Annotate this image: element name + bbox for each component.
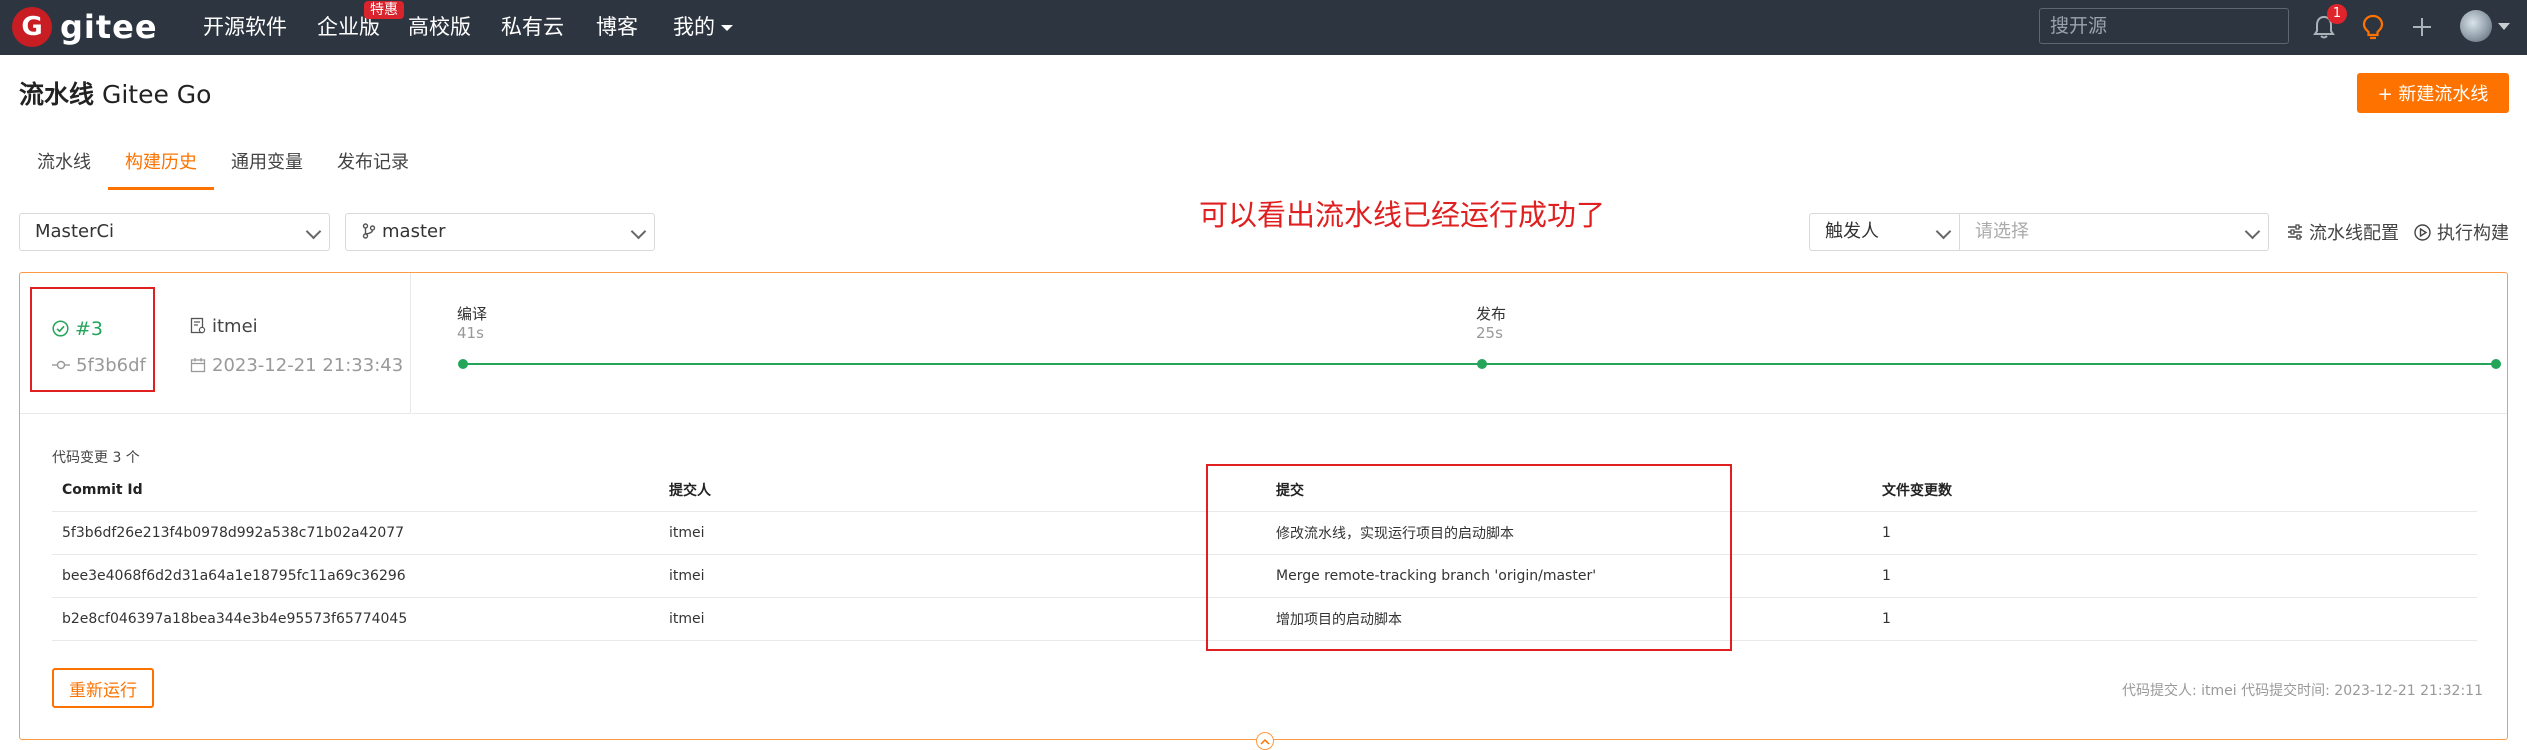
commit-icon <box>52 360 70 370</box>
commit-id-cell[interactable]: b2e8cf046397a18bea344e3b4e95573f65774045 <box>52 597 659 641</box>
notification-count-badge: 1 <box>2327 4 2347 24</box>
pipeline-select[interactable]: MasterCi <box>19 213 330 251</box>
stage-dot-deploy <box>1477 359 1487 369</box>
committer-cell: itmei <box>659 511 1266 555</box>
play-circle-icon <box>2414 223 2431 241</box>
gitee-logo[interactable]: G gitee <box>12 6 158 48</box>
nav-open-source[interactable]: 开源软件 <box>203 13 287 41</box>
branch-select[interactable]: master <box>345 213 655 251</box>
user-doc-icon <box>190 317 206 334</box>
success-check-icon <box>52 320 69 337</box>
stage-timeline: 编译 41s 发布 25s <box>412 273 2507 414</box>
nav-university[interactable]: 高校版 <box>408 13 471 41</box>
trigger-user: itmei <box>190 316 258 337</box>
files-changed-cell: 1 <box>1872 554 2477 598</box>
highlight-box-commits <box>1206 464 1732 651</box>
avatar-chevron-down-icon[interactable] <box>2498 23 2510 30</box>
files-changed-cell: 1 <box>1872 511 2477 555</box>
sliders-icon <box>2288 224 2302 240</box>
stage-dot-compile <box>458 359 468 369</box>
top-navbar: G gitee 开源软件 企业版 特惠 高校版 私有云 博客 我的 搜开源 1 <box>0 0 2527 55</box>
tab-bar: 流水线 构建历史 通用变量 发布记录 <box>20 148 426 190</box>
special-offer-badge: 特惠 <box>364 1 404 19</box>
chevron-down-icon <box>630 223 647 240</box>
pipeline-config-link[interactable]: 流水线配置 <box>2287 219 2399 245</box>
chevron-down-icon <box>305 223 322 240</box>
nav-blog[interactable]: 博客 <box>596 13 638 41</box>
commit-short-hash: 5f3b6df <box>76 355 146 376</box>
run-build-link[interactable]: 执行构建 <box>2414 219 2509 245</box>
build-number: #3 <box>75 318 104 340</box>
tab-variables[interactable]: 通用变量 <box>214 148 320 184</box>
trigger-user-placeholder: 请选择 <box>1975 221 2029 242</box>
stage-duration-deploy: 25s <box>1476 324 1503 342</box>
plus-icon[interactable] <box>2405 10 2439 44</box>
trigger-time-value: 2023-12-21 21:33:43 <box>212 355 404 376</box>
nav-mine-dropdown[interactable]: 我的 <box>673 13 733 41</box>
pipeline-config-label: 流水线配置 <box>2309 223 2399 244</box>
tab-build-history[interactable]: 构建历史 <box>108 148 214 190</box>
code-changes-title: 代码变更 3 个 <box>52 450 140 466</box>
branch-icon <box>362 223 376 239</box>
run-build-label: 执行构建 <box>2437 223 2509 244</box>
stage-name-deploy[interactable]: 发布 <box>1476 303 1506 324</box>
build-record-card: #3 5f3b6df itmei 2023-12-21 21:33:43 编译 … <box>19 272 2508 750</box>
tab-pipelines[interactable]: 流水线 <box>20 148 108 184</box>
nav-mine-label: 我的 <box>673 15 715 39</box>
column-header-commit-id: Commit Id <box>52 469 659 512</box>
gitee-logo-text: gitee <box>60 8 158 46</box>
calendar-icon <box>190 358 206 373</box>
commit-id-cell[interactable]: bee3e4068f6d2d31a64a1e18795fc11a69c36296 <box>52 554 659 598</box>
rerun-button[interactable]: 重新运行 <box>52 668 154 708</box>
tab-releases[interactable]: 发布记录 <box>320 148 426 184</box>
stage-name-compile[interactable]: 编译 <box>457 303 487 324</box>
chevron-down-icon <box>721 25 733 31</box>
stage-dot-end <box>2491 359 2501 369</box>
chevron-down-icon <box>1935 223 1952 240</box>
annotation-note: 可以看出流水线已经运行成功了 <box>1199 198 1606 232</box>
build-number-link[interactable]: #3 <box>52 318 103 340</box>
page-title: 流水线 Gitee Go <box>19 75 211 111</box>
committer-cell: itmei <box>659 554 1266 598</box>
chevron-down-icon <box>2244 223 2261 240</box>
new-pipeline-button[interactable]: + 新建流水线 <box>2357 73 2509 113</box>
commit-id-cell[interactable]: 5f3b6df26e213f4b0978d992a538c71b02a42077 <box>52 511 659 555</box>
chevron-up-icon <box>1260 738 1270 745</box>
files-changed-cell: 1 <box>1872 597 2477 641</box>
committer-cell: itmei <box>659 597 1266 641</box>
page-title-bold: 流水线 <box>19 80 95 109</box>
search-input[interactable]: 搜开源 <box>2039 8 2289 44</box>
column-header-files-changed: 文件变更数 <box>1872 469 2477 512</box>
trigger-type-select[interactable]: 触发人 <box>1809 213 1959 251</box>
user-avatar[interactable] <box>2460 10 2492 42</box>
stage-duration-compile: 41s <box>457 324 484 342</box>
collapse-toggle[interactable] <box>1256 732 1274 750</box>
page-title-rest: Gitee Go <box>94 80 212 109</box>
pipeline-select-value: MasterCi <box>35 221 115 242</box>
column-header-committer: 提交人 <box>659 469 1266 512</box>
gitee-logo-mark: G <box>12 7 52 47</box>
commit-short-link[interactable]: 5f3b6df <box>52 355 146 376</box>
trigger-time: 2023-12-21 21:33:43 <box>190 355 403 376</box>
trigger-user-select[interactable]: 请选择 <box>1959 213 2269 251</box>
trigger-type-value: 触发人 <box>1825 221 1879 242</box>
lightbulb-icon[interactable] <box>2356 10 2390 44</box>
committer-info: 代码提交人: itmei 代码提交时间: 2023-12-21 21:32:11 <box>2122 683 2483 699</box>
branch-select-value: master <box>382 221 446 242</box>
nav-private-cloud[interactable]: 私有云 <box>501 13 564 41</box>
build-summary: #3 5f3b6df itmei 2023-12-21 21:33:43 <box>20 273 411 414</box>
trigger-user-name: itmei <box>212 316 258 337</box>
